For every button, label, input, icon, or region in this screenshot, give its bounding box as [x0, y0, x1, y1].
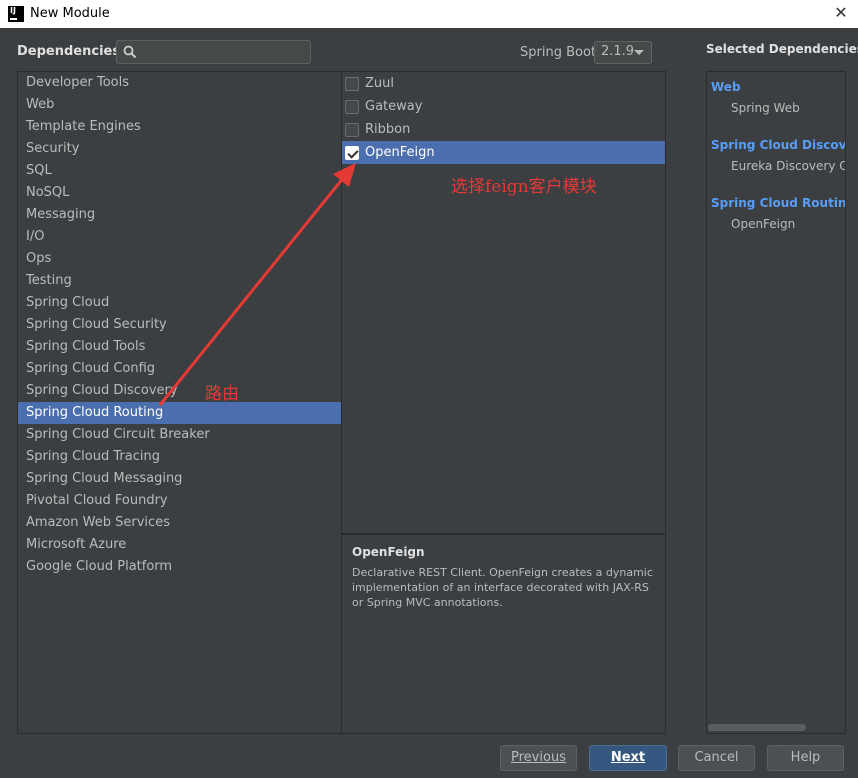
feign-annotation: 选择feign客户模块 — [451, 177, 597, 197]
annotation-arrow — [158, 163, 356, 406]
routing-annotation: 路由 — [205, 384, 239, 404]
